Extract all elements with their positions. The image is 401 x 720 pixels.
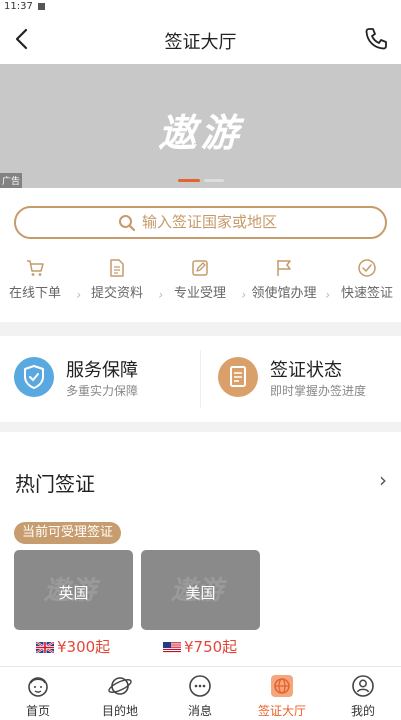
step-professional[interactable]: 专业受理 ›: [160, 258, 246, 302]
tab-mine[interactable]: 我的: [323, 673, 401, 719]
tab-label: 消息: [187, 704, 212, 718]
tab-visa-hall[interactable]: 签证大厅: [242, 673, 322, 719]
carousel-indicator-active: [178, 179, 200, 182]
carousel-indicator: [204, 179, 224, 182]
hot-visa-section: 热门签证 › 当前可受理签证 遨游 英国 ¥300起 遨游 美国 ¥750起: [0, 432, 401, 666]
status-bar: 11:37: [0, 0, 401, 14]
step-label: 提交资料: [90, 286, 143, 301]
globe-icon: [271, 675, 293, 697]
search-box[interactable]: [14, 206, 387, 239]
divider: [200, 350, 201, 408]
ad-label: 广告: [0, 173, 23, 188]
check-circle-icon: [358, 259, 376, 277]
section-title: 热门签证: [15, 472, 95, 496]
banner-logo: 遨游: [158, 111, 243, 155]
step-label: 快速签证: [340, 286, 393, 301]
price-text: ¥300起: [57, 638, 111, 656]
service-title: 服务保障: [66, 360, 138, 381]
price-text: ¥750起: [184, 638, 238, 656]
tab-home[interactable]: 首页: [0, 673, 78, 719]
tab-label: 我的: [350, 704, 375, 718]
step-embassy[interactable]: 领使馆办理 ›: [244, 258, 330, 302]
tab-label: 目的地: [101, 704, 138, 718]
step-online-order[interactable]: 在线下单 ›: [0, 258, 81, 302]
cart-icon: [27, 260, 44, 276]
document-icon: [110, 259, 124, 277]
step-label: 专业受理: [173, 286, 226, 301]
service-panel: 服务保障 多重实力保障 签证状态 即时掌握办签进度: [0, 336, 401, 422]
step-submit-docs[interactable]: 提交资料 ›: [77, 258, 163, 302]
visa-price-uk[interactable]: ¥300起: [36, 636, 110, 657]
search-input[interactable]: [142, 213, 342, 231]
us-flag-icon: [163, 642, 181, 653]
search-panel: 在线下单 › 提交资料 › 专业受理 › 领使馆办理 › 快速签证: [0, 188, 401, 322]
available-visa-tag: 当前可受理签证: [14, 522, 122, 544]
phone-icon[interactable]: [363, 26, 389, 52]
process-steps: 在线下单 › 提交资料 › 专业受理 › 领使馆办理 › 快速签证: [0, 258, 401, 308]
step-fast-visa[interactable]: 快速签证: [327, 258, 401, 301]
notification-icon: [37, 2, 45, 10]
step-label: 在线下单: [8, 286, 61, 301]
tab-label: 签证大厅: [257, 704, 306, 718]
search-icon: [119, 215, 136, 232]
more-arrow-icon[interactable]: ›: [379, 468, 387, 492]
status-time: 11:37: [4, 1, 33, 12]
service-title: 签证状态: [270, 360, 342, 381]
planet-icon: [108, 677, 132, 695]
step-label: 领使馆办理: [251, 286, 317, 301]
top-bar: 签证大厅: [0, 14, 401, 64]
uk-flag-icon: [36, 642, 54, 653]
card-country: 英国: [58, 584, 89, 602]
service-subtitle: 多重实力保障: [66, 384, 139, 398]
shield-icon: [14, 357, 54, 397]
tab-label: 首页: [25, 704, 50, 718]
visa-price-us[interactable]: ¥750起: [163, 636, 237, 657]
card-country: 美国: [185, 584, 216, 602]
profile-icon: [352, 675, 374, 697]
service-subtitle: 即时掌握办签进度: [270, 384, 367, 398]
visa-card-us[interactable]: 遨游 美国: [141, 550, 260, 630]
bottom-tab-bar: 首页 目的地 消息 签证大厅 我的: [0, 666, 401, 720]
clipboard-icon: [218, 357, 258, 397]
message-icon: [189, 675, 211, 697]
ad-banner[interactable]: 遨游 广告: [0, 64, 401, 188]
tab-messages[interactable]: 消息: [160, 673, 240, 719]
tab-destination[interactable]: 目的地: [80, 673, 160, 719]
edit-icon: [192, 260, 208, 276]
flag-icon: [277, 260, 291, 276]
visa-card-uk[interactable]: 遨游 英国: [14, 550, 133, 630]
page-title: 签证大厅: [164, 32, 237, 53]
home-face-icon: [28, 677, 48, 697]
